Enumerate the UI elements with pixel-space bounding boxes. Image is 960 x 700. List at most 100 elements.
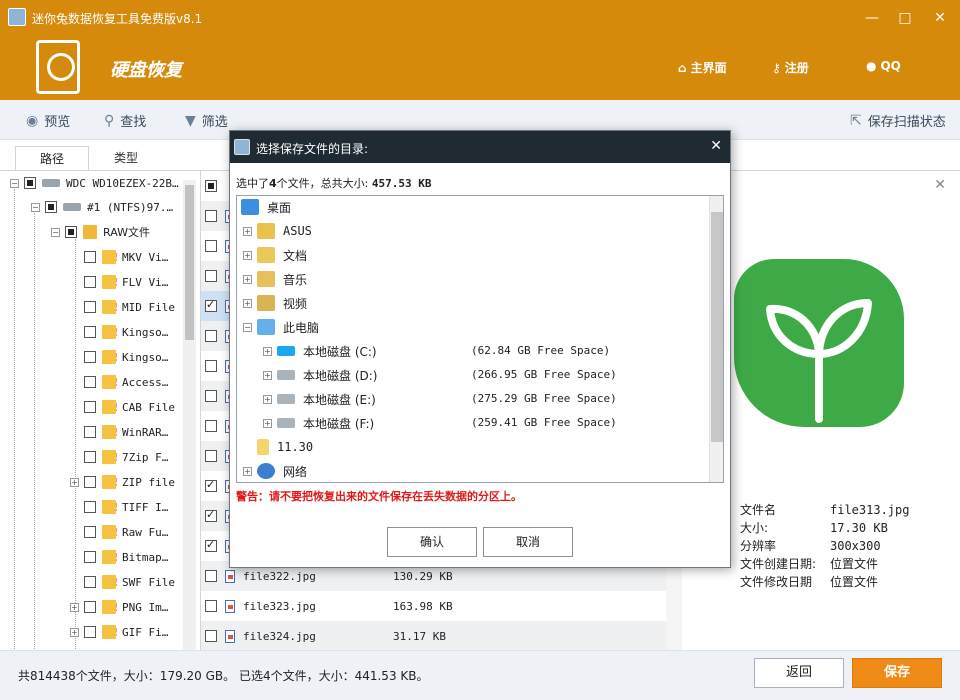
tree-checkbox[interactable] xyxy=(84,326,96,338)
find-button[interactable]: ⚲ 查找 xyxy=(104,111,146,131)
tree-checkbox[interactable] xyxy=(45,201,57,213)
tree-item[interactable]: +!GIF Fi… xyxy=(70,622,168,642)
maximize-button[interactable]: □ xyxy=(895,8,915,28)
dir-network[interactable]: + 网络 xyxy=(243,460,307,482)
tree-item[interactable]: !WinRAR… xyxy=(84,422,168,442)
select-all-checkbox[interactable] xyxy=(205,180,217,192)
close-preview-icon[interactable]: ✕ xyxy=(934,177,946,193)
tree-checkbox[interactable] xyxy=(84,401,96,413)
dir-this-pc[interactable]: − 此电脑 xyxy=(243,316,319,338)
tree-disk[interactable]: − WDC WD10EZEX-22B… xyxy=(10,173,179,193)
tree-item[interactable]: +!ZIP file xyxy=(70,472,175,492)
tree-item[interactable]: !Kingso… xyxy=(84,322,168,342)
table-row[interactable]: file324.jpg 31.17 KB xyxy=(201,621,667,650)
tree-item[interactable]: !MID File xyxy=(84,297,175,317)
expand-icon[interactable]: + xyxy=(243,226,252,236)
tree-item[interactable]: !SWF File xyxy=(84,572,175,592)
row-checkbox[interactable] xyxy=(205,298,217,312)
expand-icon[interactable]: + xyxy=(243,250,252,260)
back-button[interactable]: 返回 xyxy=(754,658,844,688)
dir-drive-d[interactable]: + 本地磁盘 (D:) xyxy=(263,364,377,386)
collapse-icon[interactable]: − xyxy=(51,227,60,237)
row-checkbox[interactable] xyxy=(205,420,217,432)
tree-checkbox[interactable] xyxy=(84,376,96,388)
cancel-button[interactable]: 取消 xyxy=(483,527,573,557)
preview-button[interactable]: ◉ 预览 xyxy=(26,111,70,131)
save-button[interactable]: 保存 xyxy=(852,658,942,688)
dir-drive-c[interactable]: + 本地磁盘 (C:) xyxy=(263,340,377,362)
tree-checkbox[interactable] xyxy=(84,351,96,363)
tree-item[interactable]: !MKV Vi… xyxy=(84,247,168,267)
tree-item[interactable]: !Access… xyxy=(84,372,168,392)
tree-item[interactable]: !TIFF I… xyxy=(84,497,168,517)
save-scan-state-button[interactable]: ⇱ 保存扫描状态 xyxy=(850,111,946,131)
dialog-close-icon[interactable]: ✕ xyxy=(710,138,722,154)
table-row[interactable]: file323.jpg 163.98 KB xyxy=(201,591,667,621)
expand-icon[interactable]: + xyxy=(70,627,79,637)
dir-asus[interactable]: + ASUS xyxy=(243,220,312,242)
row-checkbox[interactable] xyxy=(205,478,217,492)
expand-icon[interactable]: + xyxy=(70,602,79,612)
tree-checkbox[interactable] xyxy=(84,251,96,263)
qq-nav-button[interactable]: ● QQ xyxy=(866,59,901,73)
minimize-button[interactable]: — xyxy=(862,8,882,28)
close-button[interactable]: ✕ xyxy=(930,8,950,28)
confirm-button[interactable]: 确认 xyxy=(387,527,477,557)
expand-icon[interactable]: + xyxy=(263,346,272,356)
tab-type[interactable]: 类型 xyxy=(89,146,163,170)
row-checkbox[interactable] xyxy=(205,630,217,642)
tree-checkbox[interactable] xyxy=(84,626,96,638)
register-nav-button[interactable]: ⚷ 注册 xyxy=(772,59,809,76)
row-checkbox[interactable] xyxy=(205,270,217,282)
tree-checkbox[interactable] xyxy=(84,476,96,488)
tree-checkbox[interactable] xyxy=(84,276,96,288)
tree-item[interactable]: !FLV Vi… xyxy=(84,272,168,292)
dir-music[interactable]: + 音乐 xyxy=(243,268,307,290)
row-checkbox[interactable] xyxy=(205,240,217,252)
row-checkbox[interactable] xyxy=(205,538,217,552)
row-checkbox[interactable] xyxy=(205,390,217,402)
collapse-icon[interactable]: − xyxy=(243,322,252,332)
tree-item[interactable]: !CAB File xyxy=(84,397,175,417)
dialog-tree-scrollbar-thumb[interactable] xyxy=(711,212,723,442)
dir-folder-1130[interactable]: 11.30 xyxy=(257,436,313,458)
tree-checkbox[interactable] xyxy=(65,226,77,238)
expand-icon[interactable]: + xyxy=(243,466,252,476)
tree-item[interactable]: !Raw Fu… xyxy=(84,522,168,542)
tree-checkbox[interactable] xyxy=(84,451,96,463)
tree-item[interactable]: !7Zip F… xyxy=(84,447,168,467)
dir-video[interactable]: + 视频 xyxy=(243,292,307,314)
dir-documents[interactable]: + 文档 xyxy=(243,244,307,266)
tree-checkbox[interactable] xyxy=(84,551,96,563)
expand-icon[interactable]: + xyxy=(243,298,252,308)
expand-icon[interactable]: + xyxy=(263,394,272,404)
expand-icon[interactable]: + xyxy=(263,370,272,380)
dir-desktop[interactable]: 桌面 xyxy=(241,196,291,218)
tree-scrollbar-thumb[interactable] xyxy=(185,185,194,340)
tree-item[interactable]: +!PNG Im… xyxy=(70,597,168,617)
row-checkbox[interactable] xyxy=(205,450,217,462)
row-checkbox[interactable] xyxy=(205,508,217,522)
expand-icon[interactable]: + xyxy=(243,274,252,284)
home-nav-button[interactable]: ⌂ 主界面 xyxy=(678,59,727,76)
tree-checkbox[interactable] xyxy=(24,177,36,189)
collapse-icon[interactable]: − xyxy=(10,178,19,188)
row-checkbox[interactable] xyxy=(205,360,217,372)
tree-checkbox[interactable] xyxy=(84,526,96,538)
collapse-icon[interactable]: − xyxy=(31,202,40,212)
dir-drive-e[interactable]: + 本地磁盘 (E:) xyxy=(263,388,376,410)
expand-icon[interactable]: + xyxy=(70,477,79,487)
tree-checkbox[interactable] xyxy=(84,301,96,313)
row-checkbox[interactable] xyxy=(205,570,217,582)
row-checkbox[interactable] xyxy=(205,210,217,222)
tab-path[interactable]: 路径 xyxy=(15,146,89,170)
tree-checkbox[interactable] xyxy=(84,601,96,613)
tree-checkbox[interactable] xyxy=(84,576,96,588)
tree-partition[interactable]: − #1 (NTFS)97.… xyxy=(31,197,173,217)
tree-checkbox[interactable] xyxy=(84,501,96,513)
tree-item[interactable]: !Kingso… xyxy=(84,347,168,367)
expand-icon[interactable]: + xyxy=(263,418,272,428)
row-checkbox[interactable] xyxy=(205,330,217,342)
tree-raw-folder[interactable]: − RAW文件 xyxy=(51,222,150,242)
tree-checkbox[interactable] xyxy=(84,426,96,438)
